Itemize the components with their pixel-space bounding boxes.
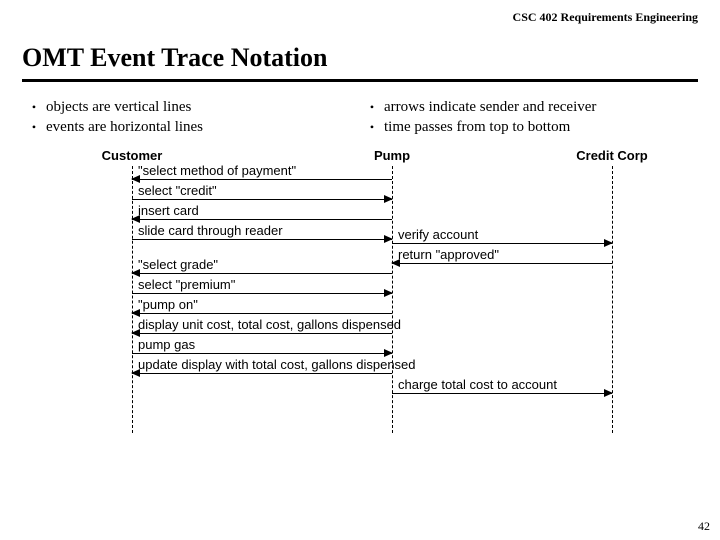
object-credit-label: Credit Corp <box>576 148 648 163</box>
bullets-left-col: • objects are vertical lines • events ar… <box>22 98 360 138</box>
arrow-left-icon <box>131 215 140 223</box>
msg-select-premium: select "premium" <box>132 278 392 296</box>
page-title: OMT Event Trace Notation <box>0 25 720 79</box>
event-trace-diagram: Customer Pump Credit Corp "select method… <box>22 148 698 433</box>
page-number: 42 <box>698 519 710 534</box>
msg-select-credit: select "credit" <box>132 184 392 202</box>
msg-select-method: "select method of payment" <box>132 164 392 182</box>
msg-display-cost: display unit cost, total cost, gallons d… <box>132 318 392 336</box>
course-header: CSC 402 Requirements Engineering <box>0 0 720 25</box>
bullet-item: • objects are vertical lines <box>22 98 360 116</box>
msg-insert-card: insert card <box>132 204 392 222</box>
bullets-right-col: • arrows indicate sender and receiver • … <box>360 98 698 138</box>
msg-pump-gas: pump gas <box>132 338 392 356</box>
arrow-right-icon <box>604 239 613 247</box>
bullet-text: events are horizontal lines <box>46 119 203 136</box>
msg-update-display: update display with total cost, gallons … <box>132 358 392 376</box>
bullet-item: • time passes from top to bottom <box>360 118 698 136</box>
bullet-item: • events are horizontal lines <box>22 118 360 136</box>
arrow-left-icon <box>131 175 140 183</box>
msg-pump-on: "pump on" <box>132 298 392 316</box>
title-rule <box>22 79 698 82</box>
bullet-text: time passes from top to bottom <box>384 119 570 136</box>
bullet-text: arrows indicate sender and receiver <box>384 99 596 116</box>
arrow-right-icon <box>604 389 613 397</box>
msg-return-approved: return "approved" <box>392 248 612 266</box>
bullet-dot-icon: • <box>360 98 384 116</box>
object-pump-label: Pump <box>374 148 410 163</box>
msg-charge-account: charge total cost to account <box>392 378 612 396</box>
arrow-left-icon <box>131 329 140 337</box>
bullet-item: • arrows indicate sender and receiver <box>360 98 698 116</box>
bullet-text: objects are vertical lines <box>46 99 191 116</box>
arrow-right-icon <box>384 349 393 357</box>
msg-select-grade: "select grade" <box>132 258 392 276</box>
arrow-left-icon <box>391 259 400 267</box>
arrow-left-icon <box>131 369 140 377</box>
bullet-dot-icon: • <box>22 118 46 136</box>
msg-slide-card: slide card through reader <box>132 224 392 242</box>
bullets-row: • objects are vertical lines • events ar… <box>0 98 720 148</box>
bullet-dot-icon: • <box>360 118 384 136</box>
arrow-right-icon <box>384 195 393 203</box>
arrow-right-icon <box>384 289 393 297</box>
bullet-dot-icon: • <box>22 98 46 116</box>
object-customer-label: Customer <box>102 148 163 163</box>
arrow-left-icon <box>131 269 140 277</box>
msg-verify-account: verify account <box>392 228 612 246</box>
arrow-left-icon <box>131 309 140 317</box>
